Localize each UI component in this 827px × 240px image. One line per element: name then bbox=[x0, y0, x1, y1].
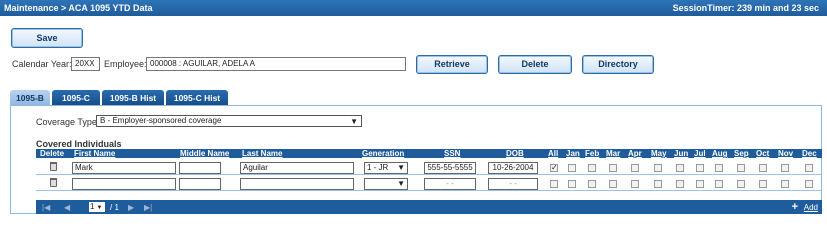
col-jul[interactable]: Jul bbox=[694, 149, 706, 158]
first-name-field[interactable] bbox=[72, 178, 176, 190]
col-ssn[interactable]: SSN bbox=[444, 149, 460, 158]
trash-icon[interactable] bbox=[50, 162, 57, 171]
directory-button[interactable]: Directory bbox=[582, 55, 654, 74]
month-checkbox-nov[interactable] bbox=[781, 180, 789, 188]
delete-button[interactable]: Delete bbox=[498, 55, 572, 74]
month-checkbox-sep[interactable] bbox=[737, 164, 745, 172]
dropdown-arrow-icon: ▼ bbox=[96, 205, 103, 211]
generation-value: 1 - JR bbox=[367, 163, 389, 172]
first-name-field[interactable]: Mark bbox=[72, 162, 176, 174]
month-checkbox-jul[interactable] bbox=[696, 164, 704, 172]
all-months-checkbox[interactable]: ✓ bbox=[550, 164, 558, 172]
col-all[interactable]: All bbox=[548, 149, 558, 158]
dob-field[interactable]: 10-26-2004 bbox=[488, 162, 538, 174]
month-checkbox-aug[interactable] bbox=[715, 164, 723, 172]
dob-field[interactable]: - - bbox=[488, 178, 538, 190]
month-checkbox-apr[interactable] bbox=[631, 180, 639, 188]
tab-1095-b[interactable]: 1095-B bbox=[10, 90, 50, 106]
coverage-type-label: Coverage Type: bbox=[36, 117, 100, 127]
col-last-name[interactable]: Last Name bbox=[242, 149, 282, 158]
col-dob[interactable]: DOB bbox=[506, 149, 524, 158]
col-delete: Delete bbox=[40, 149, 65, 158]
col-middle-name[interactable]: Middle Name bbox=[180, 149, 229, 158]
employee-label: Employee: bbox=[104, 59, 147, 69]
month-checkbox-apr[interactable] bbox=[631, 164, 639, 172]
col-mar[interactable]: Mar bbox=[606, 149, 620, 158]
dropdown-arrow-icon: ▼ bbox=[397, 163, 405, 172]
title-bar: Maintenance > ACA 1095 YTD Data SessionT… bbox=[0, 0, 827, 16]
add-icon[interactable]: + bbox=[792, 201, 798, 213]
coverage-type-value: B - Employer-sponsored coverage bbox=[100, 116, 222, 125]
month-checkbox-oct[interactable] bbox=[759, 164, 767, 172]
page-number-field[interactable]: 1 ▼ bbox=[89, 202, 105, 212]
next-page-icon[interactable]: ▶ bbox=[128, 203, 134, 212]
dropdown-arrow-icon: ▼ bbox=[397, 179, 405, 188]
month-checkbox-jan[interactable] bbox=[568, 164, 576, 172]
session-timer: SessionTimer: 239 min and 23 sec bbox=[672, 3, 819, 13]
month-checkbox-aug[interactable] bbox=[715, 180, 723, 188]
month-checkbox-nov[interactable] bbox=[781, 164, 789, 172]
retrieve-button[interactable]: Retrieve bbox=[416, 55, 488, 74]
col-sep[interactable]: Sep bbox=[734, 149, 749, 158]
col-may[interactable]: May bbox=[651, 149, 667, 158]
month-checkbox-may[interactable] bbox=[654, 180, 662, 188]
middle-name-field[interactable] bbox=[179, 178, 221, 190]
col-aug[interactable]: Aug bbox=[712, 149, 728, 158]
all-months-checkbox[interactable] bbox=[550, 180, 558, 188]
col-jun[interactable]: Jun bbox=[674, 149, 688, 158]
save-button[interactable]: Save bbox=[11, 28, 83, 48]
prev-page-icon[interactable]: ◀ bbox=[64, 203, 70, 212]
middle-name-field[interactable] bbox=[179, 162, 221, 174]
ssn-field[interactable]: - - bbox=[424, 178, 476, 190]
last-name-field[interactable]: Aguilar bbox=[240, 162, 354, 174]
month-checkbox-dec[interactable] bbox=[805, 180, 813, 188]
month-checkbox-mar[interactable] bbox=[609, 164, 617, 172]
col-dec[interactable]: Dec bbox=[802, 149, 817, 158]
col-jan[interactable]: Jan bbox=[566, 149, 580, 158]
first-page-icon[interactable]: |◀ bbox=[42, 203, 50, 212]
month-checkbox-jul[interactable] bbox=[696, 180, 704, 188]
month-checkbox-feb[interactable] bbox=[588, 180, 596, 188]
page-count: / 1 bbox=[110, 203, 119, 212]
month-checkbox-may[interactable] bbox=[654, 164, 662, 172]
last-name-field[interactable] bbox=[240, 178, 354, 190]
add-link[interactable]: Add bbox=[804, 203, 818, 212]
breadcrumb: Maintenance > ACA 1095 YTD Data bbox=[4, 3, 153, 13]
last-page-icon[interactable]: ▶| bbox=[144, 203, 152, 212]
month-checkbox-sep[interactable] bbox=[737, 180, 745, 188]
month-checkbox-dec[interactable] bbox=[805, 164, 813, 172]
tab-1095-b-hist[interactable]: 1095-B Hist bbox=[102, 90, 164, 106]
coverage-type-select[interactable]: B - Employer-sponsored coverage ▼ bbox=[96, 115, 362, 127]
tab-1095-c-hist[interactable]: 1095-C Hist bbox=[166, 90, 228, 106]
generation-select[interactable]: ▼ bbox=[364, 178, 408, 190]
month-checkbox-jun[interactable] bbox=[676, 164, 684, 172]
col-first-name[interactable]: First Name bbox=[74, 149, 115, 158]
month-checkbox-jan[interactable] bbox=[568, 180, 576, 188]
covered-individuals-title: Covered Individuals bbox=[36, 139, 122, 149]
col-generation[interactable]: Generation bbox=[362, 149, 404, 158]
generation-select[interactable]: 1 - JR ▼ bbox=[364, 162, 408, 174]
col-feb[interactable]: Feb bbox=[585, 149, 599, 158]
month-checkbox-mar[interactable] bbox=[609, 180, 617, 188]
ssn-field[interactable]: 555-55-5555 bbox=[424, 162, 476, 174]
grid-pager: |◀ ◀ 1 ▼ / 1 ▶ ▶| + Add bbox=[36, 200, 822, 214]
month-checkbox-jun[interactable] bbox=[676, 180, 684, 188]
page-number: 1 bbox=[90, 202, 95, 211]
col-apr[interactable]: Apr bbox=[628, 149, 642, 158]
dropdown-arrow-icon: ▼ bbox=[350, 117, 358, 126]
trash-icon[interactable] bbox=[50, 178, 57, 187]
calendar-year-label: Calendar Year: bbox=[12, 59, 72, 69]
col-oct[interactable]: Oct bbox=[756, 149, 769, 158]
employee-field[interactable]: 000008 : AGUILAR, ADELA A bbox=[146, 57, 406, 71]
month-checkbox-oct[interactable] bbox=[759, 180, 767, 188]
month-checkbox-feb[interactable] bbox=[588, 164, 596, 172]
calendar-year-field[interactable]: 20XX bbox=[71, 57, 100, 71]
col-nov[interactable]: Nov bbox=[778, 149, 793, 158]
tab-1095-c[interactable]: 1095-C bbox=[52, 90, 100, 106]
